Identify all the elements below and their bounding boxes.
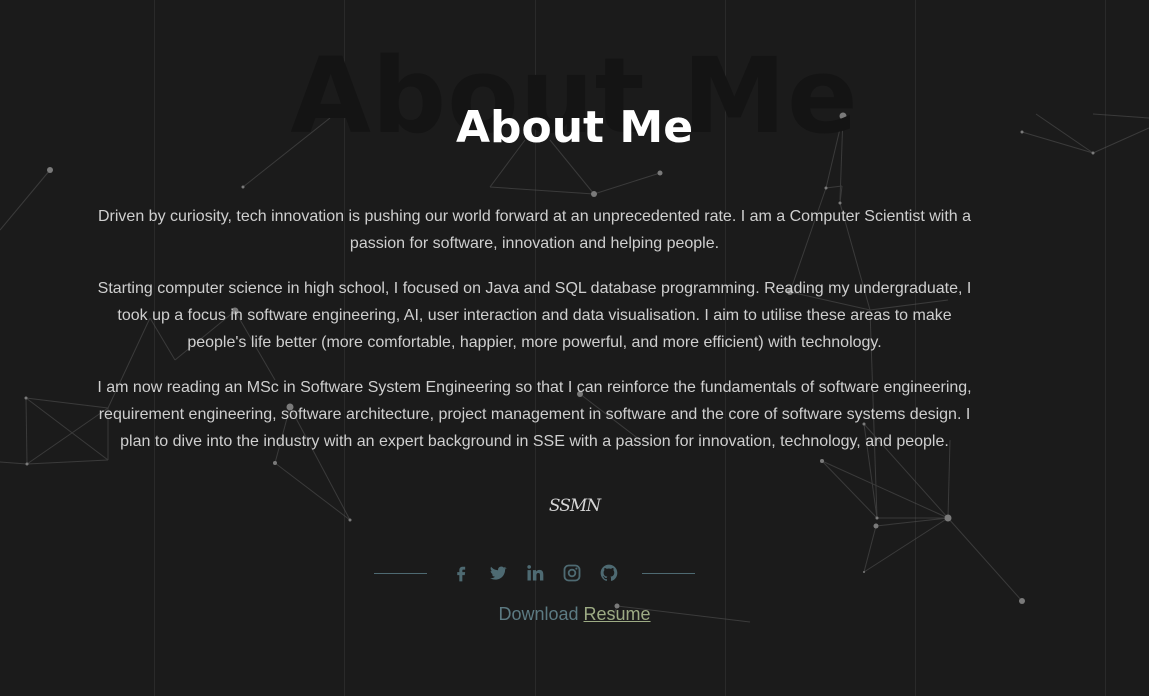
download-resume: Download Resume: [0, 604, 1149, 625]
resume-link[interactable]: Resume: [584, 604, 651, 624]
right-divider: [642, 572, 695, 574]
about-paragraph-1: Driven by curiosity, tech innovation is …: [97, 208, 972, 252]
github-icon[interactable]: [597, 562, 620, 585]
about-paragraph-3: I am now reading an MSc in Software Syst…: [97, 379, 972, 450]
instagram-icon[interactable]: [560, 562, 583, 585]
page-title: About Me: [455, 102, 694, 153]
facebook-icon[interactable]: [449, 562, 472, 585]
linkedin-icon[interactable]: [523, 562, 546, 585]
signature: SSMN: [548, 496, 601, 516]
twitter-icon[interactable]: [486, 562, 509, 585]
about-paragraph-2: Starting computer science in high school…: [97, 280, 972, 351]
download-label: Download: [498, 604, 584, 624]
social-icons: [449, 562, 620, 585]
left-divider: [374, 572, 427, 574]
social-links: [374, 560, 695, 586]
